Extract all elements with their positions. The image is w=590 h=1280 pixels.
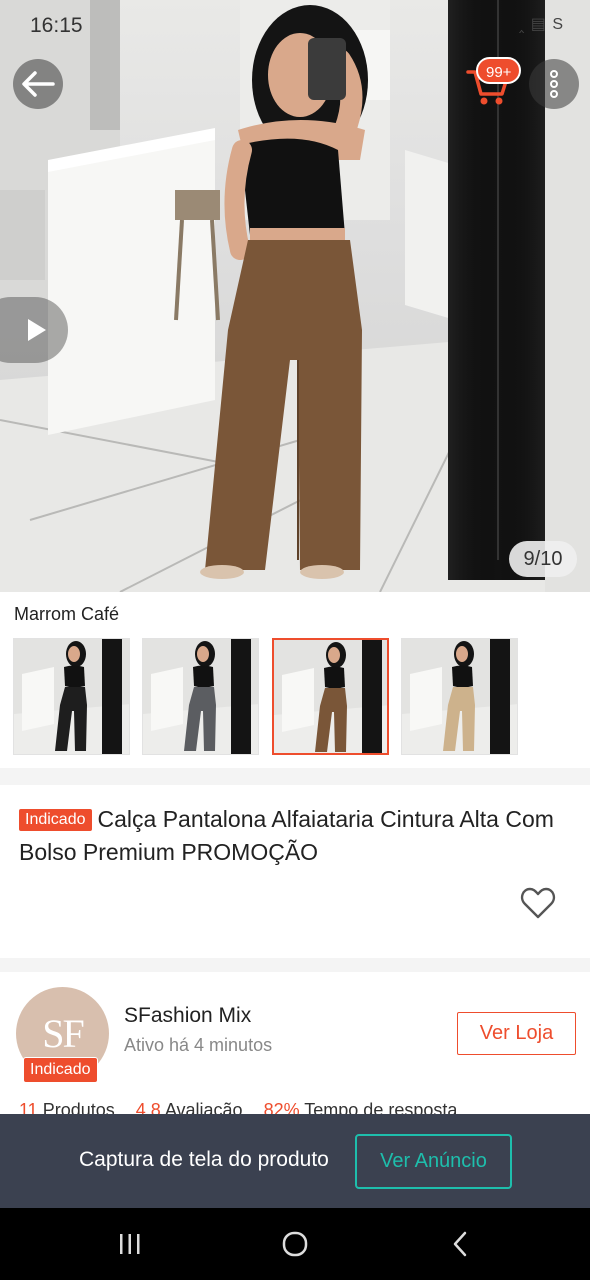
heart-icon[interactable] <box>520 886 556 920</box>
recent-apps-button[interactable] <box>100 1224 160 1264</box>
back-icon <box>453 1231 467 1257</box>
product-title-section: Indicado Calça Pantalona Alfaiataria Cint… <box>0 785 590 958</box>
home-button[interactable] <box>265 1224 325 1264</box>
back-arrow-icon <box>22 71 55 97</box>
recommended-tag: Indicado <box>19 809 92 831</box>
home-icon <box>282 1231 308 1257</box>
back-button[interactable] <box>13 59 63 109</box>
more-options-button[interactable] <box>529 59 579 109</box>
product-title: Indicado Calça Pantalona Alfaiataria Cint… <box>19 803 564 869</box>
shop-recommended-tag: Indicado <box>23 1057 98 1083</box>
variation-thumbnail-cinza[interactable] <box>142 638 259 755</box>
image-counter: 9/10 <box>509 541 577 577</box>
variation-thumbnail-marrom[interactable] <box>272 638 389 755</box>
screenshot-capture-bar: Captura de tela do produto Ver Anúncio <box>0 1114 590 1208</box>
variation-thumbnail-preto[interactable] <box>13 638 130 755</box>
variation-section: Marrom Café <box>0 592 590 768</box>
shop-active-status: Ativo há 4 minutos <box>124 1035 273 1055</box>
visit-shop-button[interactable]: Ver Loja <box>457 1012 576 1055</box>
capture-text: Captura de tela do produto <box>79 1148 329 1171</box>
variation-thumbnail-bege[interactable] <box>401 638 518 755</box>
more-vertical-icon <box>550 70 558 98</box>
system-navigation-bar <box>0 1208 590 1280</box>
shop-avatar-text: SF <box>42 1011 84 1056</box>
system-back-button[interactable] <box>430 1224 490 1264</box>
cart-count-badge: 99+ <box>476 57 522 84</box>
play-icon <box>28 319 46 341</box>
product-title-text: Calça Pantalona Alfaiataria Cintura Alta… <box>19 806 554 865</box>
shop-section: SF Indicado SFashion Mix Ativo há 4 minu… <box>0 972 590 1122</box>
status-time: 16:15 <box>30 14 83 37</box>
selected-variation-label: Marrom Café <box>14 604 120 624</box>
play-video-button[interactable] <box>0 297 68 363</box>
recent-apps-icon <box>120 1234 140 1254</box>
status-icons: ‸ ▤ S <box>518 16 564 33</box>
product-image-gallery[interactable]: 16:15 ‸ ▤ S 99+ 9/10 <box>0 0 590 592</box>
view-listing-button[interactable]: Ver Anúncio <box>355 1134 512 1189</box>
shop-name[interactable]: SFashion Mix <box>124 1004 251 1028</box>
